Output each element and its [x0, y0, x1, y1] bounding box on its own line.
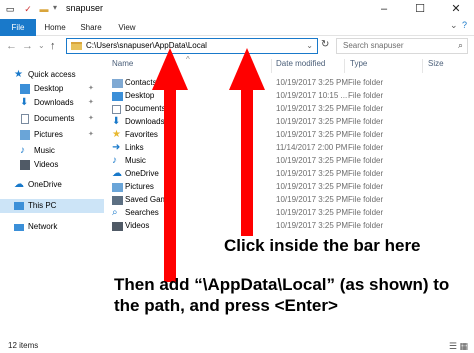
instruction-add-path: Then add “\AppData\Local” (as shown) to … [114, 275, 450, 315]
item-count: 12 items [8, 341, 39, 350]
instruction-click-bar: Click inside the bar here [224, 236, 421, 255]
view-mode-icons[interactable]: ☰ ▦ [449, 341, 468, 352]
right-arrow [229, 48, 265, 236]
left-arrow [152, 48, 188, 282]
status-bar: 12 items ☰ ▦ [0, 338, 474, 353]
